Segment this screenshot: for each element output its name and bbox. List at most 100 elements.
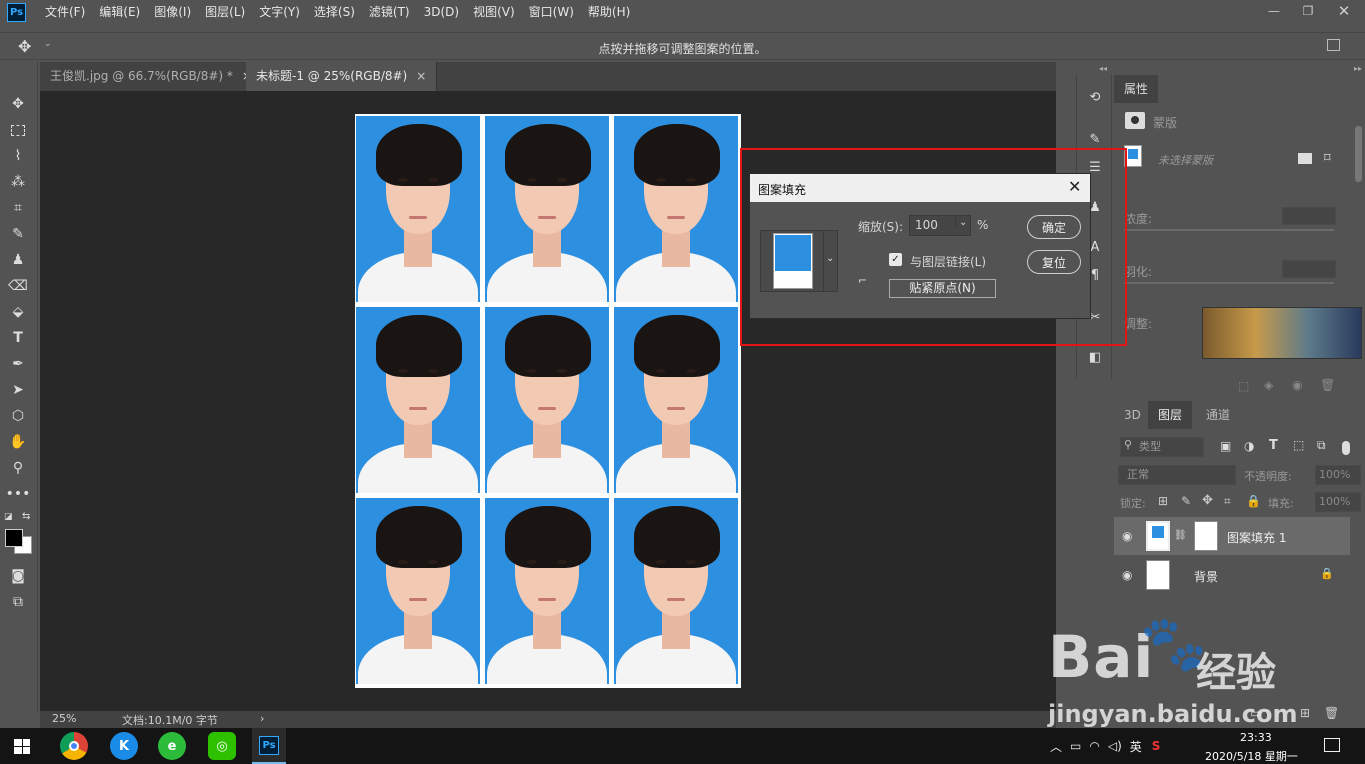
tab-channels[interactable]: 通道 xyxy=(1196,401,1240,429)
density-slider[interactable] xyxy=(1124,229,1334,231)
menu-3d[interactable]: 3D(D) xyxy=(417,0,466,25)
status-menu-arrow[interactable]: › xyxy=(260,712,264,725)
collapse-panels-icon[interactable]: ▸▸ xyxy=(1354,64,1362,73)
fill-field[interactable]: 100% xyxy=(1315,492,1361,512)
paint-bucket-icon[interactable]: ⬙ xyxy=(7,301,29,323)
tray-chevron-up-icon[interactable]: ︿ xyxy=(1050,738,1062,755)
artboard-icon[interactable]: ◧ xyxy=(1085,348,1105,368)
menu-select[interactable]: 选择(S) xyxy=(307,0,362,25)
chevron-down-icon[interactable]: ⌄ xyxy=(826,253,834,264)
properties-scrollbar[interactable] xyxy=(1355,126,1362,182)
expand-panels-icon[interactable]: ◂◂ xyxy=(1099,64,1107,73)
feather-slider[interactable] xyxy=(1124,282,1334,284)
history-icon[interactable]: ⟲ xyxy=(1085,88,1105,108)
tab-layers[interactable]: 图层 xyxy=(1148,401,1193,429)
stamp-icon[interactable]: ♟ xyxy=(7,249,29,271)
lasso-icon[interactable]: ⌇ xyxy=(7,145,29,167)
filter-smart-icon[interactable]: ⧉ xyxy=(1317,438,1326,453)
foreground-color-swatch[interactable] xyxy=(5,529,23,547)
move-icon[interactable]: ✥ xyxy=(7,93,29,115)
brush-settings-icon[interactable]: ✎ xyxy=(1085,130,1105,150)
default-colors-icon[interactable]: ◪ xyxy=(4,512,13,522)
more-tools-icon[interactable]: ••• xyxy=(6,483,31,505)
chevron-down-icon[interactable]: ⌄ xyxy=(955,217,967,228)
tab-untitled[interactable]: 未标题-1 @ 25%(RGB/8#) × xyxy=(246,62,438,91)
layer-row-pattern-fill[interactable]: ◉ ⛓ 图案填充 1 xyxy=(1114,517,1350,555)
menu-filter[interactable]: 滤镜(T) xyxy=(362,0,417,25)
battery-icon[interactable]: ▭ xyxy=(1070,739,1081,753)
tab-close-icon[interactable]: × xyxy=(416,69,426,83)
close-icon[interactable]: ✕ xyxy=(1068,177,1081,196)
brush-icon[interactable]: ✎ xyxy=(7,223,29,245)
menu-view[interactable]: 视图(V) xyxy=(466,0,522,25)
layer-row-background[interactable]: ◉ 背景 🔒 xyxy=(1114,556,1350,594)
wifi-icon[interactable]: ◠ xyxy=(1089,739,1099,753)
minimize-icon[interactable]: — xyxy=(1257,0,1291,22)
marquee-icon[interactable] xyxy=(7,119,29,141)
delete-layer-icon[interactable]: 🗑 xyxy=(1324,706,1339,720)
menu-window[interactable]: 窗口(W) xyxy=(522,0,581,25)
quick-mask-icon[interactable]: ◙ xyxy=(7,565,29,587)
feather-field[interactable] xyxy=(1282,260,1336,278)
layer-filter-select[interactable]: 类型 xyxy=(1120,437,1204,457)
path-select-icon[interactable]: ➤ xyxy=(7,379,29,401)
lock-artboard-icon[interactable]: ⌗ xyxy=(1224,494,1231,509)
new-layer-icon[interactable]: ⊞ xyxy=(1300,706,1310,720)
wechat-icon[interactable]: ◎ xyxy=(208,732,236,760)
reset-button[interactable]: 复位 xyxy=(1027,250,1081,274)
blend-mode-select[interactable]: 正常 xyxy=(1118,465,1236,485)
pen-icon[interactable]: ✒ xyxy=(7,353,29,375)
lock-all-icon[interactable]: 🔒 xyxy=(1246,494,1261,508)
menu-file[interactable]: 文件(F) xyxy=(38,0,92,25)
filter-pixel-icon[interactable]: ▣ xyxy=(1220,439,1231,453)
clock-time[interactable]: 23:33 xyxy=(1240,731,1272,744)
tab-wangjunkai[interactable]: 王俊凯.jpg @ 66.7%(RGB/8#) *× xyxy=(40,62,263,91)
shape-icon[interactable]: ⬡ xyxy=(7,405,29,427)
opacity-field[interactable]: 100% xyxy=(1315,465,1361,485)
restore-icon[interactable]: ❐ xyxy=(1291,0,1325,22)
zoom-icon[interactable]: ⚲ xyxy=(7,457,29,479)
type-icon[interactable]: T xyxy=(7,327,29,349)
add-vector-mask-icon[interactable]: ⌑ xyxy=(1324,151,1331,166)
density-field[interactable] xyxy=(1282,207,1336,225)
clock-date[interactable]: 2020/5/18 星期一 xyxy=(1205,748,1298,764)
workspace-icon[interactable] xyxy=(1327,39,1340,51)
filter-toggle[interactable] xyxy=(1342,441,1350,455)
ok-button[interactable]: 确定 xyxy=(1027,215,1081,239)
filter-shape-icon[interactable]: ⬚ xyxy=(1293,438,1304,452)
filter-adjust-icon[interactable]: ◑ xyxy=(1244,439,1254,453)
link-icon[interactable]: ⛓ xyxy=(1174,530,1187,541)
swap-colors-icon[interactable]: ⇆ xyxy=(22,511,30,522)
screen-mode-icon[interactable]: ⧉ xyxy=(7,591,29,613)
taskbar-photoshop[interactable]: Ps xyxy=(252,728,286,764)
tab-properties[interactable]: 属性 xyxy=(1114,75,1159,103)
lock-position-icon[interactable]: ✥ xyxy=(1202,493,1213,508)
eye-icon[interactable]: ◉ xyxy=(1122,568,1132,582)
eye-icon[interactable]: ◉ xyxy=(1122,529,1132,543)
lock-pixels-icon[interactable]: ✎ xyxy=(1181,494,1191,508)
windows-start-icon[interactable] xyxy=(14,739,30,754)
hand-icon[interactable]: ✋ xyxy=(7,431,29,453)
browser-icon[interactable]: e xyxy=(158,732,186,760)
link-label[interactable]: 与图层链接(L) xyxy=(910,253,986,270)
input-lang[interactable]: 英 xyxy=(1130,738,1142,755)
close-window-icon[interactable]: ✕ xyxy=(1327,0,1361,22)
add-pixel-mask-icon[interactable] xyxy=(1298,153,1312,164)
link-checkbox[interactable]: ✓ xyxy=(889,253,902,266)
notification-icon[interactable] xyxy=(1324,738,1340,752)
artboard[interactable] xyxy=(355,114,741,688)
eraser-icon[interactable]: ⌫ xyxy=(7,275,29,297)
lock-transparent-icon[interactable]: ⊞ xyxy=(1158,494,1168,508)
volume-icon[interactable]: ◁) xyxy=(1108,739,1122,753)
layer-name[interactable]: 图案填充 1 xyxy=(1227,529,1286,546)
snap-origin-button[interactable]: 贴紧原点(N) xyxy=(889,279,996,298)
chrome-icon[interactable] xyxy=(60,732,88,760)
layer-name[interactable]: 背景 xyxy=(1194,568,1218,585)
scale-field[interactable]: 100 ⌄ xyxy=(909,215,971,236)
delete-mask-icon[interactable]: 🗑 xyxy=(1320,378,1335,392)
tab-3d[interactable]: 3D xyxy=(1114,401,1151,429)
kugou-icon[interactable]: K xyxy=(110,732,138,760)
load-selection-icon[interactable]: ⬚ xyxy=(1238,379,1249,393)
menu-layer[interactable]: 图层(L) xyxy=(198,0,252,25)
pattern-picker[interactable]: ⌄ xyxy=(760,230,838,292)
